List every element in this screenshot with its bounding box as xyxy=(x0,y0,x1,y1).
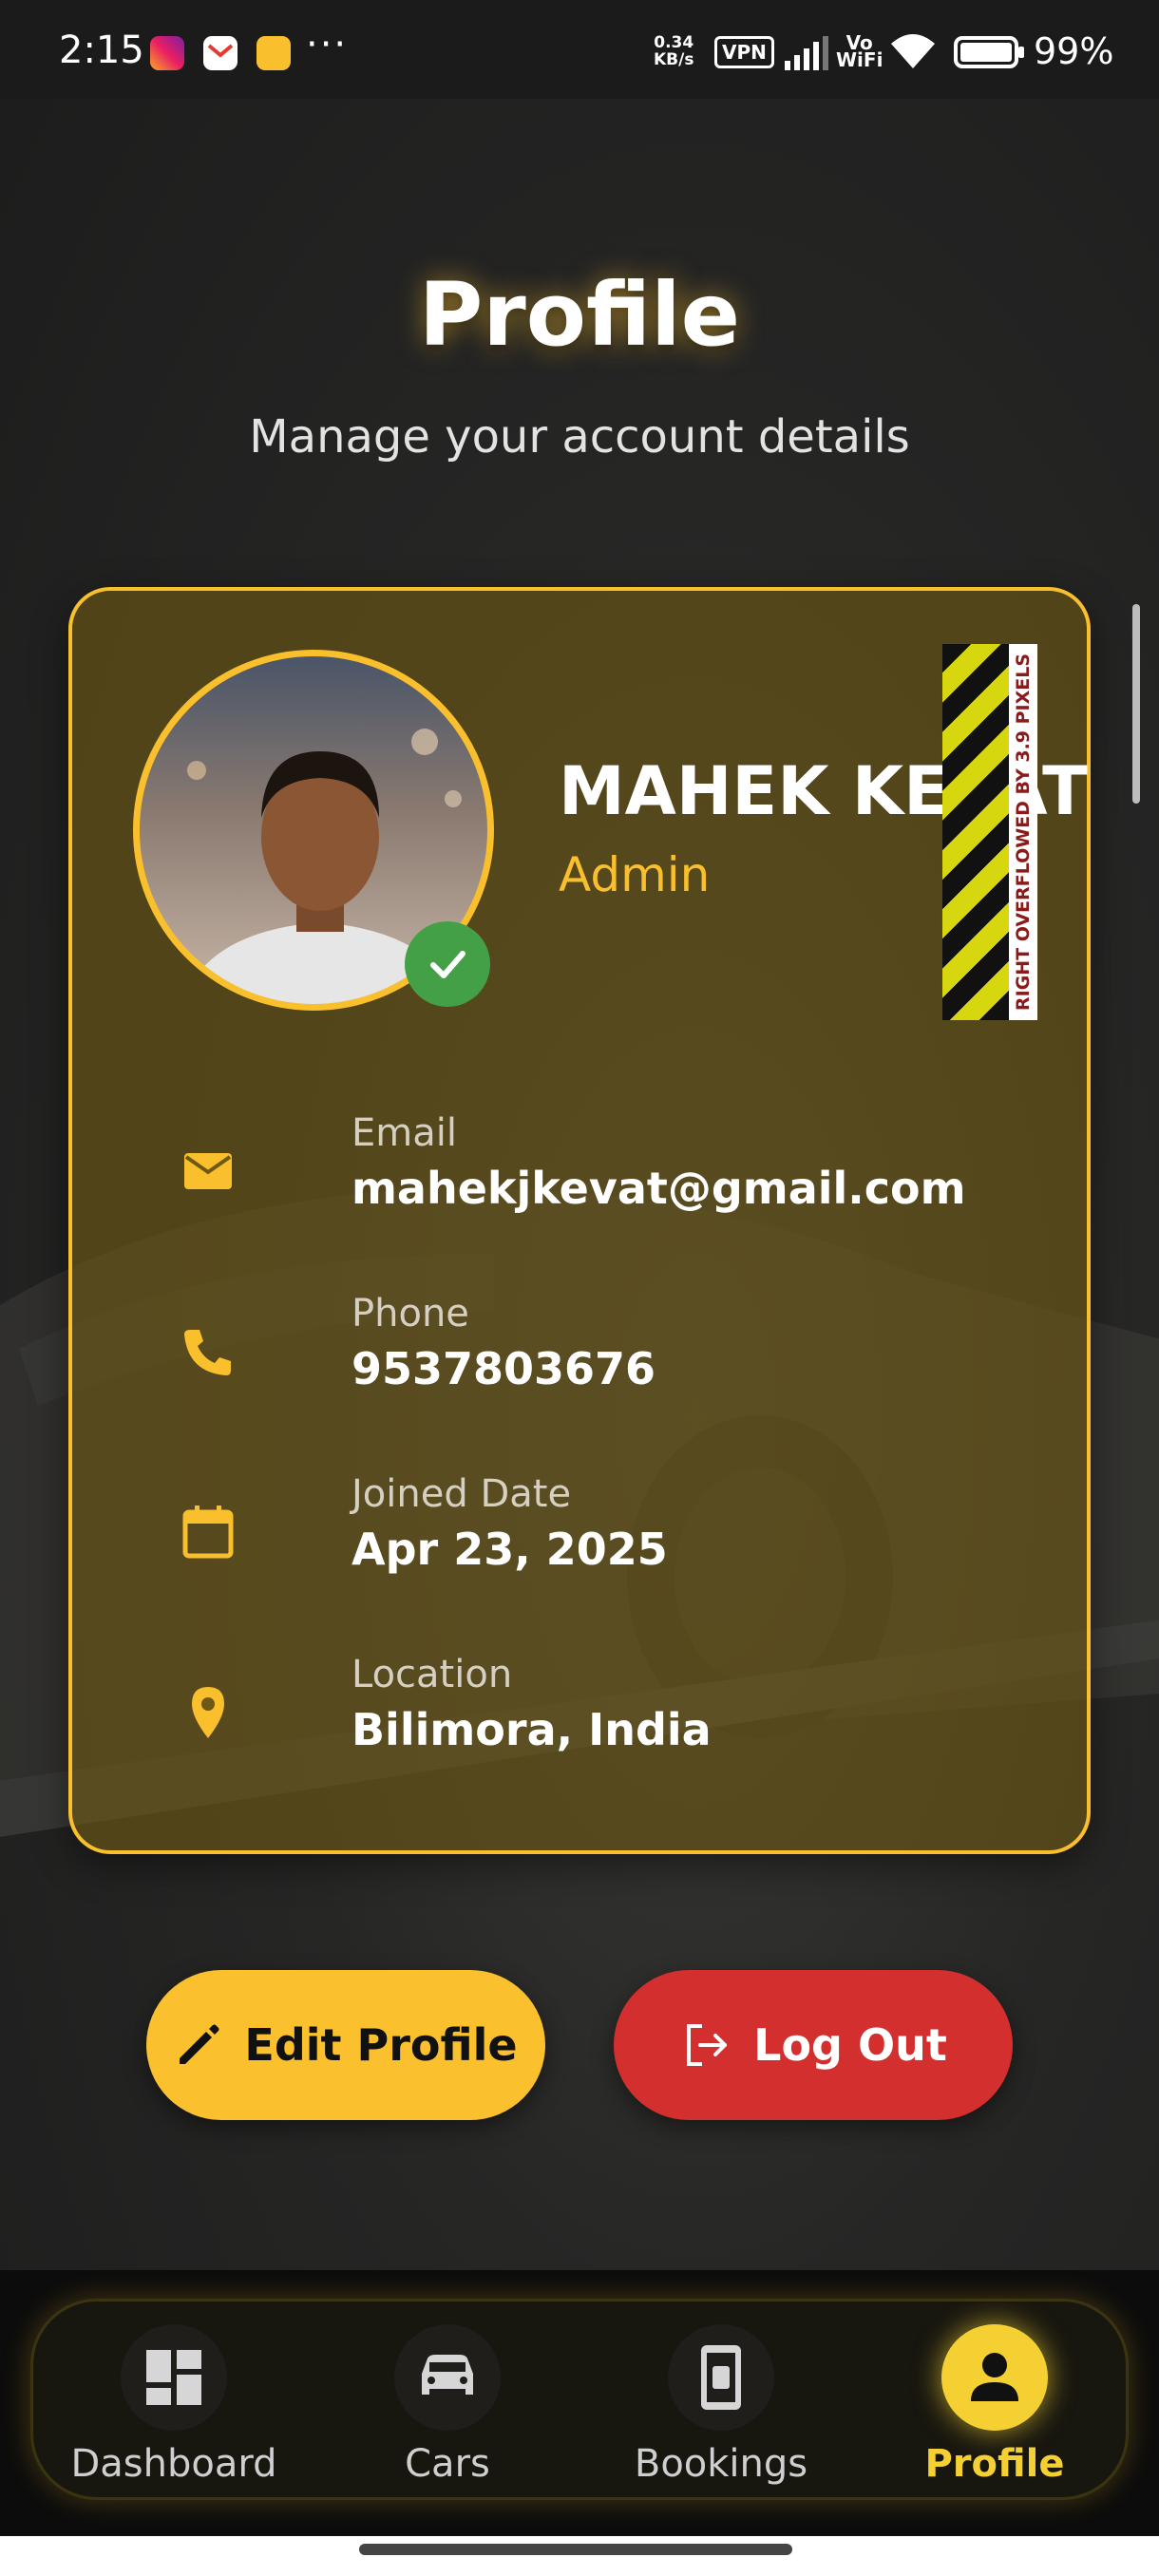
car-icon xyxy=(422,2355,473,2395)
joined-date-label: Joined Date xyxy=(352,1472,572,1516)
mail-icon xyxy=(184,1153,232,1189)
phone-value: 9537803676 xyxy=(352,1343,656,1394)
nav-item-cars[interactable]: Cars xyxy=(333,2324,561,2486)
email-value: mahekjkevat@gmail.com xyxy=(352,1163,966,1214)
info-row-location: Location Bilimora, India xyxy=(177,1653,1032,1776)
calendar-icon xyxy=(182,1506,234,1559)
wifi-icon xyxy=(891,34,935,68)
page-title: Profile xyxy=(418,264,741,366)
nav-label-cars: Cars xyxy=(405,2442,490,2486)
bottom-navigation: Dashboard Cars Bookings Profile xyxy=(0,2270,1159,2536)
status-time: 2:15 xyxy=(59,28,144,72)
person-icon xyxy=(971,2353,1018,2401)
log-out-label: Log Out xyxy=(753,2019,947,2071)
instagram-icon xyxy=(150,36,184,70)
profile-role: Admin xyxy=(559,847,711,902)
nav-item-bookings[interactable]: Bookings xyxy=(607,2324,835,2486)
nav-label-dashboard: Dashboard xyxy=(70,2442,277,2486)
profile-card: MAHEK KEVAT Admin RIGHT OVERFLOWED BY 3.… xyxy=(68,587,1091,1854)
edit-profile-label: Edit Profile xyxy=(244,2019,518,2071)
network-speed: 0.34 KB/s xyxy=(654,33,694,69)
location-pin-icon xyxy=(192,1687,224,1738)
info-row-email: Email mahekjkevat@gmail.com xyxy=(177,1111,1032,1235)
phone-icon xyxy=(184,1330,231,1375)
pencil-icon xyxy=(180,2024,219,2064)
dashboard-icon xyxy=(146,2350,201,2405)
phone-label: Phone xyxy=(352,1292,469,1335)
location-label: Location xyxy=(352,1653,513,1696)
bottom-nav-bar: Dashboard Cars Bookings Profile xyxy=(30,2299,1129,2500)
notes-icon xyxy=(256,36,291,70)
email-label: Email xyxy=(352,1111,457,1155)
log-out-button[interactable]: Log Out xyxy=(614,1970,1013,2120)
info-row-joined-date: Joined Date Apr 23, 2025 xyxy=(177,1472,1032,1596)
profile-screen: 2:15 ··· 0.34 KB/s VPN Vo WiFi 99% Profile xyxy=(0,0,1159,2576)
joined-date-value: Apr 23, 2025 xyxy=(352,1524,668,1575)
edit-profile-button[interactable]: Edit Profile xyxy=(146,1970,545,2120)
nav-label-profile: Profile xyxy=(924,2442,1065,2486)
page-subtitle: Manage your account details xyxy=(249,410,910,464)
scrollbar[interactable] xyxy=(1132,604,1140,804)
battery-icon xyxy=(954,36,1024,68)
status-bar: 2:15 ··· 0.34 KB/s VPN Vo WiFi 99% xyxy=(0,0,1159,99)
vowifi-indicator: Vo WiFi xyxy=(836,31,884,71)
system-gesture-area xyxy=(0,2536,1159,2576)
home-indicator[interactable] xyxy=(359,2544,792,2555)
nav-item-profile[interactable]: Profile xyxy=(881,2324,1109,2486)
overflow-message: RIGHT OVERFLOWED BY 3.9 PIXELS xyxy=(1009,644,1037,1020)
verified-badge-icon xyxy=(405,921,490,1007)
gmail-icon xyxy=(203,36,238,70)
overflow-stripes xyxy=(942,644,1009,1020)
vpn-badge: VPN xyxy=(714,36,774,68)
nav-label-bookings: Bookings xyxy=(634,2442,808,2486)
nav-item-dashboard[interactable]: Dashboard xyxy=(60,2324,288,2486)
info-row-phone: Phone 9537803676 xyxy=(177,1292,1032,1415)
overflow-warning-indicator: RIGHT OVERFLOWED BY 3.9 PIXELS xyxy=(942,644,1045,1020)
battery-percent: 99% xyxy=(1034,30,1114,72)
more-notifications-icon: ··· xyxy=(306,23,349,66)
location-value: Bilimora, India xyxy=(352,1704,712,1755)
bookings-icon xyxy=(701,2345,741,2410)
logout-icon xyxy=(687,2024,728,2066)
signal-icon xyxy=(785,36,828,70)
